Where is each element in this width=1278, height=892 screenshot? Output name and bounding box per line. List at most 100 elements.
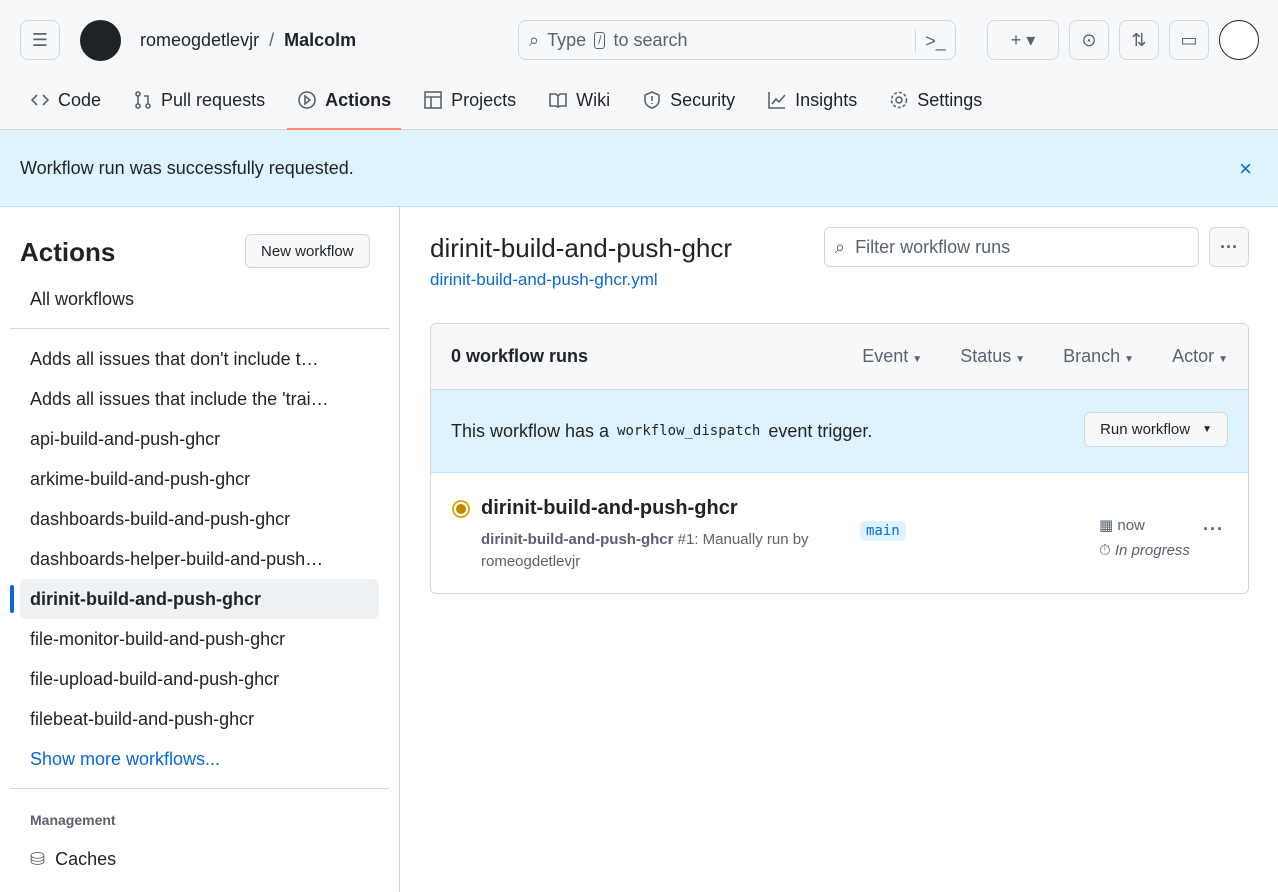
branch-badge[interactable]: main: [860, 521, 906, 541]
tab-label: Settings: [917, 89, 983, 110]
run-meta: dirinit-build-and-push-ghcr #1: Manually…: [481, 529, 841, 573]
caret-down-icon: ▼: [1202, 424, 1212, 435]
play-icon: [298, 91, 316, 109]
run-kebab-icon[interactable]: ···: [1203, 519, 1224, 540]
header: ☰ romeogdetlevjr / Malcolm ⌕ Type / to s…: [0, 0, 1278, 130]
tab-label: Code: [58, 89, 102, 110]
pull-request-icon: [135, 91, 151, 109]
tab-label: Security: [670, 89, 736, 110]
database-icon: ⛁: [30, 848, 46, 869]
pull-request-icon: ⇅: [1131, 29, 1147, 50]
tab-insights[interactable]: Insights: [757, 80, 867, 120]
repo-nav: Code Pull requests Actions Projects Wiki…: [20, 80, 1004, 130]
run-state: In progress: [1114, 542, 1190, 559]
tab-settings[interactable]: Settings: [879, 80, 992, 120]
event-filter[interactable]: Event ▼: [862, 346, 922, 367]
workflow-run-row[interactable]: dirinit-build-and-push-ghcr dirinit-buil…: [431, 473, 1248, 593]
breadcrumb-separator: /: [269, 30, 275, 50]
caret-down-icon: ▼: [1015, 354, 1026, 365]
tab-label: Insights: [795, 89, 858, 110]
filter-label: Event: [862, 346, 909, 366]
sidebar: Actions New workflow All workflows Adds …: [0, 207, 400, 892]
shield-icon: [644, 91, 660, 109]
sidebar-item-workflow[interactable]: dashboards-helper-build-and-push…: [20, 539, 379, 579]
search-icon: ⌕: [529, 29, 540, 50]
sidebar-item-workflow[interactable]: file-upload-build-and-push-ghcr: [20, 659, 379, 699]
sidebar-item-workflow[interactable]: dirinit-build-and-push-ghcr: [10, 579, 379, 619]
owner-link[interactable]: romeogdetlevjr: [140, 30, 259, 51]
sidebar-item-workflow[interactable]: filebeat-build-and-push-ghcr: [20, 699, 379, 739]
tab-label: Projects: [451, 89, 517, 110]
inbox-button[interactable]: ▭: [1169, 20, 1209, 60]
dispatch-text-end: event trigger.: [768, 420, 873, 441]
search-icon: ⌕: [835, 236, 846, 257]
status-filter[interactable]: Status ▼: [960, 346, 1025, 367]
sidebar-item-workflow[interactable]: file-monitor-build-and-push-ghcr: [20, 619, 379, 659]
sidebar-item-caches[interactable]: ⛁ Caches: [20, 839, 379, 879]
stopwatch-icon: ⏱: [1099, 542, 1111, 559]
search-input[interactable]: ⌕ Type / to search >_: [518, 20, 956, 60]
sidebar-item-workflow[interactable]: Adds all issues that don't include t…: [20, 339, 379, 379]
run-workflow-button[interactable]: Run workflow ▼: [1084, 412, 1228, 447]
caret-down-icon: ▼: [1218, 354, 1228, 365]
book-icon: [549, 93, 567, 108]
run-workflow-name: dirinit-build-and-push-ghcr: [481, 531, 674, 548]
hamburger-icon: ☰: [31, 29, 49, 50]
plus-icon: + ▾: [1010, 29, 1036, 50]
tab-wiki[interactable]: Wiki: [538, 80, 620, 120]
kebab-icon: ···: [1220, 236, 1238, 257]
sidebar-item-all-workflows[interactable]: All workflows: [20, 279, 379, 319]
tab-pull-requests[interactable]: Pull requests: [123, 80, 275, 120]
show-more-workflows-link[interactable]: Show more workflows...: [20, 739, 379, 779]
caret-down-icon: ▼: [1124, 354, 1135, 365]
sidebar-item-workflow[interactable]: dashboards-build-and-push-ghcr: [20, 499, 379, 539]
flash-banner: Workflow run was successfully requested.…: [0, 130, 1278, 207]
tab-label: Wiki: [576, 89, 611, 110]
flash-message: Workflow run was successfully requested.: [20, 157, 354, 178]
run-title[interactable]: dirinit-build-and-push-ghcr: [481, 497, 738, 520]
branch-filter[interactable]: Branch ▼: [1063, 346, 1134, 367]
avatar[interactable]: [1219, 20, 1259, 60]
inbox-icon: ▭: [1180, 29, 1198, 50]
github-logo-icon[interactable]: [80, 20, 121, 61]
in-progress-status-icon: [452, 500, 470, 518]
breadcrumb: romeogdetlevjr / Malcolm: [140, 30, 356, 51]
menu-button[interactable]: ☰: [20, 20, 60, 60]
dispatch-banner: This workflow has a workflow_dispatch ev…: [431, 390, 1248, 473]
more-options-button[interactable]: ···: [1209, 227, 1249, 267]
create-new-button[interactable]: + ▾: [987, 20, 1059, 60]
management-heading: Management: [30, 812, 116, 828]
tab-label: Pull requests: [161, 89, 266, 110]
divider: [10, 788, 389, 789]
filter-label: Actor: [1172, 346, 1215, 366]
sidebar-item-workflow[interactable]: arkime-build-and-push-ghcr: [20, 459, 379, 499]
sidebar-item-workflow[interactable]: api-build-and-push-ghcr: [20, 419, 379, 459]
repo-link[interactable]: Malcolm: [284, 30, 356, 51]
close-icon[interactable]: ×: [1239, 156, 1252, 182]
issue-icon: ⊙: [1081, 29, 1097, 50]
caret-down-icon: ▼: [912, 354, 923, 365]
page-title: dirinit-build-and-push-ghcr: [430, 233, 733, 263]
issues-button[interactable]: ⊙: [1069, 20, 1109, 60]
new-workflow-button[interactable]: New workflow: [245, 234, 370, 268]
tab-actions[interactable]: Actions: [287, 80, 402, 130]
tab-code[interactable]: Code: [20, 80, 111, 120]
filter-runs-input[interactable]: ⌕ Filter workflow runs: [824, 227, 1199, 267]
table-icon: [424, 91, 442, 109]
runs-count: 0 workflow runs: [451, 346, 589, 366]
workflow-file-link[interactable]: dirinit-build-and-push-ghcr.yml: [430, 270, 658, 290]
tab-projects[interactable]: Projects: [413, 80, 526, 120]
pull-requests-button[interactable]: ⇅: [1119, 20, 1159, 60]
search-shortcut: /: [594, 31, 606, 49]
tab-security[interactable]: Security: [632, 80, 745, 120]
calendar-icon: ▦: [1099, 517, 1114, 534]
command-palette-icon[interactable]: >_: [915, 29, 955, 53]
dispatch-code: workflow_dispatch: [617, 423, 761, 439]
sidebar-item-workflow[interactable]: Adds all issues that include the 'trai…: [20, 379, 379, 419]
run-timing: ▦ now ⏱ In progress: [1099, 513, 1190, 563]
search-placeholder-suffix: to search: [613, 29, 688, 50]
graph-icon: [768, 92, 786, 109]
actor-filter[interactable]: Actor ▼: [1172, 346, 1228, 367]
run-workflow-label: Run workflow: [1100, 421, 1191, 438]
gear-icon: [890, 91, 908, 109]
